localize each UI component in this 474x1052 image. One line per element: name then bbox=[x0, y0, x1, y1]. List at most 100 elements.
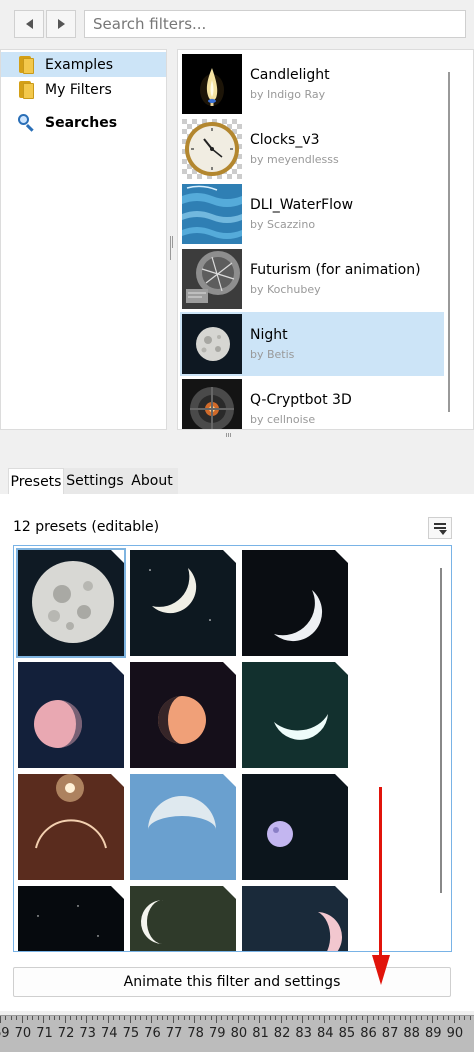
ruler-tick bbox=[280, 1016, 282, 1023]
ruler-tick bbox=[64, 1016, 66, 1023]
ruler-label: 88 bbox=[403, 1026, 420, 1041]
ruler-tick bbox=[340, 1016, 342, 1020]
filter-row-q-cryptbot-3d[interactable]: Q-Cryptbot 3D by cellnoise bbox=[180, 377, 444, 429]
ruler-tick bbox=[442, 1016, 444, 1020]
preset-thumbnail-12[interactable] bbox=[242, 886, 348, 951]
filter-name: Candlelight bbox=[250, 67, 330, 83]
preset-thumbnail-10[interactable] bbox=[18, 886, 124, 951]
vertical-splitter-handle[interactable] bbox=[170, 236, 174, 260]
ruler-tick bbox=[32, 1016, 34, 1020]
ruler-tick bbox=[43, 1016, 45, 1023]
tab-presets[interactable]: Presets bbox=[8, 468, 64, 494]
filter-row-futurism[interactable]: Futurism (for animation) by Kochubey bbox=[180, 247, 444, 311]
ruler-tick bbox=[421, 1016, 423, 1020]
ruler-label: 89 bbox=[425, 1026, 442, 1041]
folder-icon bbox=[17, 80, 35, 100]
filter-author: by Scazzino bbox=[250, 218, 316, 231]
ruler-tick bbox=[91, 1016, 93, 1020]
ruler-tick bbox=[16, 1016, 18, 1020]
preset-thumbnail-7[interactable] bbox=[18, 774, 124, 880]
ruler-label: 70 bbox=[14, 1026, 32, 1041]
preset-thumbnail-2[interactable] bbox=[130, 550, 236, 656]
ruler-tick bbox=[448, 1016, 450, 1020]
ruler-tick bbox=[0, 1016, 1, 1023]
filter-thumbnail bbox=[182, 54, 242, 114]
back-button[interactable] bbox=[14, 10, 44, 38]
preset-thumbnail-8[interactable] bbox=[130, 774, 236, 880]
horizontal-splitter-handle[interactable] bbox=[226, 433, 238, 437]
ruler-tick bbox=[162, 1016, 163, 1020]
ruler-tick bbox=[54, 1016, 55, 1020]
annotation-arrow-shaft bbox=[379, 787, 382, 957]
ruler-tick bbox=[5, 1016, 7, 1020]
ruler-tick bbox=[415, 1016, 417, 1020]
tab-about[interactable]: About bbox=[126, 468, 178, 494]
filter-thumbnail bbox=[182, 249, 242, 309]
ruler-label: 73 bbox=[79, 1026, 96, 1041]
ruler-label: 90 bbox=[446, 1026, 464, 1041]
tree-item-searches[interactable]: Searches bbox=[1, 110, 166, 135]
forward-button[interactable] bbox=[46, 10, 76, 38]
ruler-tick bbox=[264, 1016, 266, 1020]
ruler-tick bbox=[356, 1016, 358, 1020]
filter-name: Night bbox=[250, 327, 288, 343]
ruler-tick bbox=[135, 1016, 136, 1020]
ruler-tick bbox=[405, 1016, 406, 1020]
presets-grid bbox=[13, 545, 452, 952]
ruler-tick bbox=[286, 1016, 288, 1020]
preset-thumbnail-4[interactable] bbox=[18, 662, 124, 768]
search-filters-input[interactable] bbox=[84, 10, 466, 38]
ruler-tick bbox=[464, 1016, 466, 1020]
filter-row-candlelight[interactable]: Candlelight by Indigo Ray bbox=[180, 52, 444, 116]
ruler-label: 82 bbox=[273, 1026, 291, 1041]
presets-menu-button[interactable] bbox=[428, 517, 452, 539]
ruler-label: 69 bbox=[0, 1026, 10, 1041]
preset-thumbnail-3[interactable] bbox=[242, 550, 348, 656]
presets-count-label: 12 presets (editable) bbox=[13, 519, 160, 535]
ruler-label: 75 bbox=[122, 1026, 140, 1041]
ruler-tick bbox=[21, 1016, 23, 1023]
ruler-tick bbox=[48, 1016, 50, 1020]
ruler-tick bbox=[37, 1016, 39, 1020]
filter-row-night[interactable]: Night by Betis bbox=[180, 312, 444, 376]
ruler-tick bbox=[199, 1016, 201, 1020]
ruler-label: 76 bbox=[144, 1026, 161, 1041]
filter-row-clocks-v3[interactable]: Clocks_v3 by meyendlesss bbox=[180, 117, 444, 181]
tree-item-label: My Filters bbox=[45, 81, 112, 98]
tree-item-label: Examples bbox=[45, 56, 114, 73]
ruler-tick bbox=[437, 1016, 439, 1020]
preset-thumbnail-5[interactable] bbox=[130, 662, 236, 768]
filter-author: by cellnoise bbox=[250, 413, 316, 426]
ruler-label: 80 bbox=[230, 1026, 248, 1041]
tab-settings[interactable]: Settings bbox=[64, 468, 126, 494]
tab-label: About bbox=[131, 473, 173, 489]
filter-author: by meyendlesss bbox=[250, 153, 339, 166]
preset-thumbnail-6[interactable] bbox=[242, 662, 348, 768]
tree-item-examples[interactable]: Examples bbox=[1, 52, 166, 77]
ruler-label: 77 bbox=[165, 1026, 183, 1041]
ruler-tick bbox=[194, 1016, 196, 1023]
ruler-tick bbox=[205, 1016, 207, 1020]
ruler-tick bbox=[345, 1016, 347, 1023]
preset-thumbnail-1[interactable] bbox=[16, 548, 126, 658]
ruler-tick bbox=[189, 1016, 190, 1020]
filter-row-dli-waterflow[interactable]: DLI_WaterFlow by Scazzino bbox=[180, 182, 444, 246]
filter-list-scrollbar[interactable] bbox=[448, 72, 450, 412]
preset-thumbnail-11[interactable] bbox=[130, 886, 236, 951]
ruler-tick bbox=[226, 1016, 228, 1020]
tree-item-my-filters[interactable]: My Filters bbox=[1, 77, 166, 102]
ruler-tick bbox=[102, 1016, 104, 1020]
ruler-label: 79 bbox=[209, 1026, 226, 1041]
filter-author: by Indigo Ray bbox=[250, 88, 326, 101]
timeline-ruler[interactable]: 69 70 71 72 73 74 75 76 77 78 79 80 81 82 83 84 85 86 87 88… bbox=[0, 1015, 474, 1052]
ruler-tick bbox=[145, 1016, 147, 1020]
filter-thumbnail bbox=[182, 119, 242, 179]
ruler-tick bbox=[253, 1016, 255, 1020]
ruler-label: 83 bbox=[295, 1026, 312, 1041]
presets-grid-scrollbar[interactable] bbox=[440, 568, 442, 893]
ruler-tick bbox=[313, 1016, 315, 1020]
filter-name: Clocks_v3 bbox=[250, 132, 320, 148]
preset-thumbnail-9[interactable] bbox=[242, 774, 348, 880]
annotation-arrow-head-icon bbox=[372, 955, 390, 985]
ruler-label: 81 bbox=[252, 1026, 269, 1041]
